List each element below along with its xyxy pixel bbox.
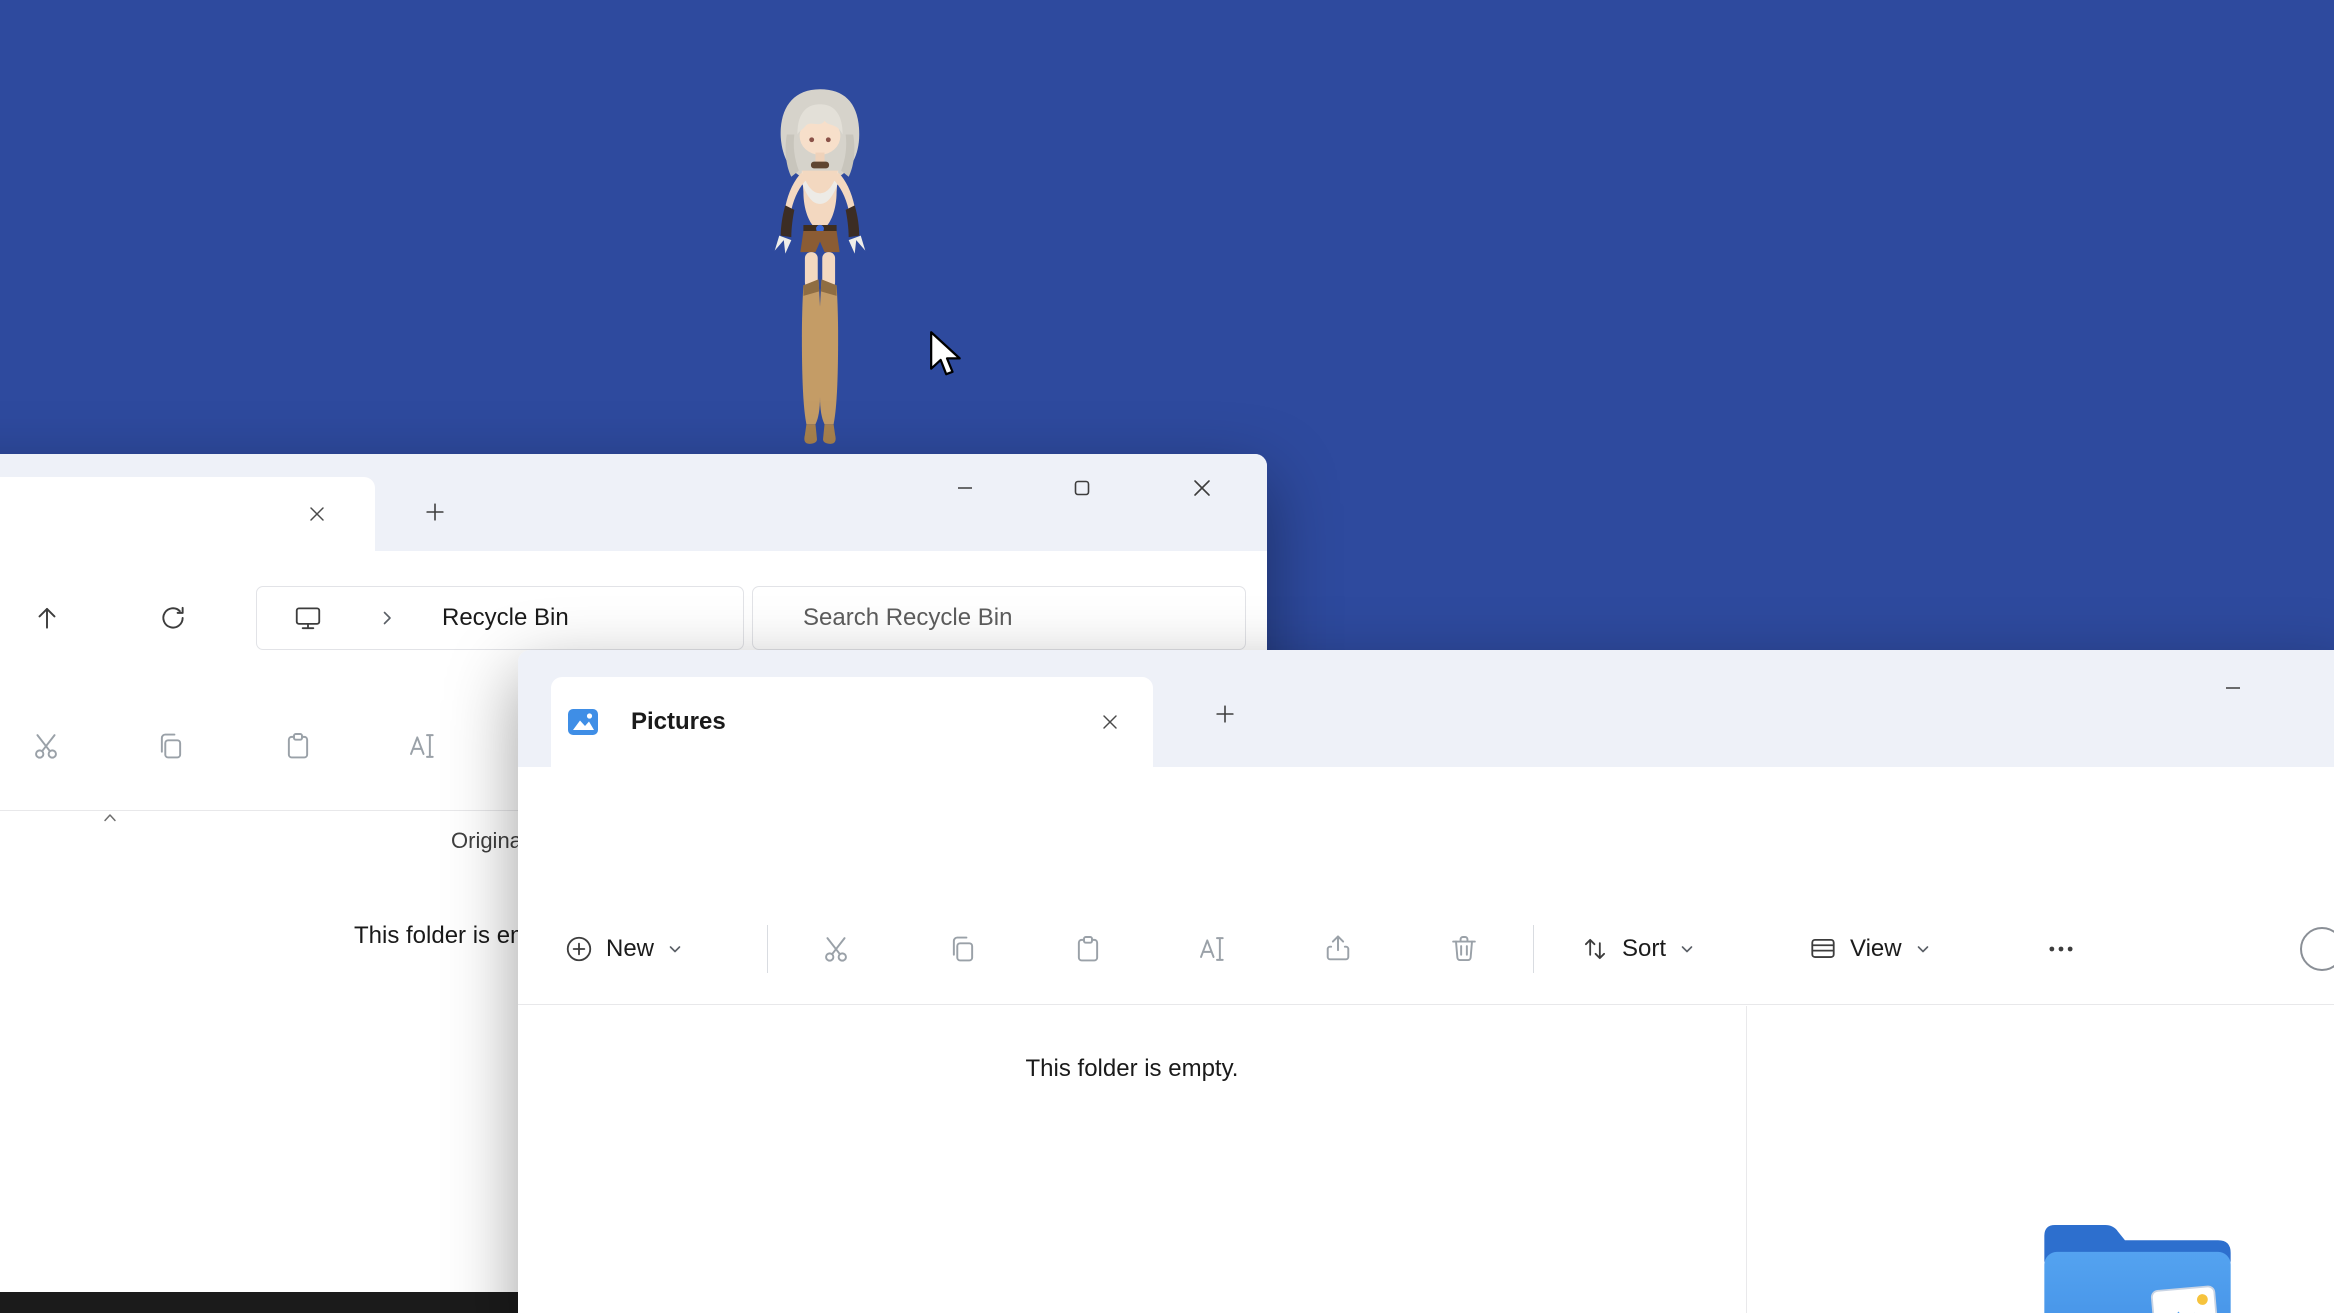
close-icon xyxy=(305,502,329,526)
cut-button[interactable] xyxy=(808,921,864,977)
cut-icon xyxy=(820,933,852,965)
paste-icon xyxy=(1072,933,1104,965)
share-icon xyxy=(1322,933,1354,965)
sort-button-label: Sort xyxy=(1622,935,1666,963)
search-input[interactable] xyxy=(753,587,1245,649)
tab-close-button[interactable] xyxy=(295,492,339,536)
rename-icon xyxy=(407,730,439,762)
pictures-tab[interactable]: Pictures xyxy=(551,677,1153,767)
monitor-icon xyxy=(293,603,323,633)
more-options-button[interactable] xyxy=(2033,921,2089,977)
new-plus-circle-icon xyxy=(564,934,594,964)
desktop-mascot-character[interactable] xyxy=(737,80,903,450)
command-bar: New xyxy=(518,893,2334,1005)
new-button[interactable]: New xyxy=(548,917,700,981)
pictures-folder-preview-icon xyxy=(2030,1206,2245,1313)
rename-button[interactable] xyxy=(395,718,451,774)
address-bar[interactable]: Recycle Bin xyxy=(256,586,744,650)
copy-button[interactable] xyxy=(143,718,199,774)
breadcrumb-recycle-bin[interactable]: Recycle Bin xyxy=(442,587,569,649)
paste-button[interactable] xyxy=(1060,921,1116,977)
up-arrow-icon xyxy=(32,603,62,633)
chevron-down-icon xyxy=(1914,940,1932,958)
tab-title: Pictures xyxy=(631,677,726,767)
toolbar-divider xyxy=(1533,925,1534,973)
rename-button[interactable] xyxy=(1185,921,1241,977)
recycle-tab-strip xyxy=(0,454,1267,551)
chevron-down-icon xyxy=(666,940,684,958)
delete-button[interactable] xyxy=(1436,921,1492,977)
maximize-button[interactable] xyxy=(1049,464,1115,512)
tab-close-button[interactable] xyxy=(1088,700,1132,744)
refresh-icon xyxy=(158,603,188,633)
up-button[interactable] xyxy=(23,594,71,642)
copy-icon xyxy=(947,933,979,965)
minimize-icon xyxy=(951,474,979,502)
search-box[interactable] xyxy=(752,586,1246,650)
mouse-cursor xyxy=(928,330,966,382)
view-button[interactable]: View xyxy=(1796,917,1944,981)
sort-button[interactable]: Sort xyxy=(1566,917,1710,981)
cut-button[interactable] xyxy=(18,718,74,774)
preview-pane-divider xyxy=(1746,1006,1747,1313)
sort-ascending-caret-icon xyxy=(101,810,119,824)
minimize-button[interactable] xyxy=(932,464,998,512)
pictures-tab-strip: Pictures xyxy=(518,650,2334,767)
recycle-bin-tab[interactable] xyxy=(0,477,375,551)
pictures-empty-state-text: This folder is empty. xyxy=(518,1055,1746,1083)
new-tab-button[interactable] xyxy=(413,490,457,534)
new-tab-button[interactable] xyxy=(1203,692,1247,736)
pictures-folder-tab-icon xyxy=(565,704,601,740)
close-icon xyxy=(1098,710,1122,734)
view-button-label: View xyxy=(1850,935,1902,963)
view-layout-icon xyxy=(1808,934,1838,964)
copy-button[interactable] xyxy=(935,921,991,977)
toolbar-divider xyxy=(767,925,768,973)
minimize-button[interactable] xyxy=(2198,662,2268,714)
maximize-icon xyxy=(1068,474,1096,502)
details-ring-button[interactable] xyxy=(2300,927,2334,971)
plus-icon xyxy=(1212,701,1238,727)
close-icon xyxy=(1188,474,1216,502)
plus-icon xyxy=(422,499,448,525)
share-button[interactable] xyxy=(1310,921,1366,977)
taskbar-sliver xyxy=(0,1292,524,1313)
chevron-down-icon xyxy=(1678,940,1696,958)
pictures-window: Pictures xyxy=(518,650,2334,1313)
cut-icon xyxy=(30,730,62,762)
new-button-label: New xyxy=(606,935,654,963)
minimize-icon xyxy=(2219,674,2247,702)
copy-icon xyxy=(155,730,187,762)
chevron-right-icon xyxy=(377,608,397,628)
ellipsis-icon xyxy=(2045,933,2077,965)
refresh-button[interactable] xyxy=(149,594,197,642)
sort-arrows-icon xyxy=(1580,934,1610,964)
delete-trash-icon xyxy=(1448,933,1480,965)
paste-icon xyxy=(282,730,314,762)
close-window-button[interactable] xyxy=(1169,464,1235,512)
rename-icon xyxy=(1197,933,1229,965)
paste-button[interactable] xyxy=(270,718,326,774)
